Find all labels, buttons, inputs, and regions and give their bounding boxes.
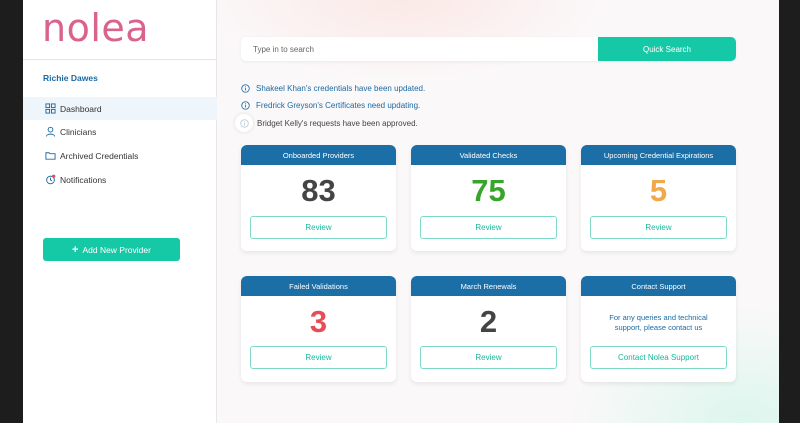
card-title: Failed Validations — [241, 276, 396, 296]
quick-search-button[interactable]: Quick Search — [598, 37, 736, 61]
card-title: Validated Checks — [411, 145, 566, 165]
card-value: 2 — [479, 304, 498, 339]
notification-item[interactable]: Shakeel Khan's credentials have been upd… — [241, 84, 425, 93]
contact-support-button[interactable]: Contact Nolea Support — [590, 346, 727, 369]
support-description: For any queries and technical support, p… — [609, 313, 708, 332]
card-value: 83 — [301, 173, 336, 208]
card-value: 3 — [309, 304, 328, 339]
notification-item[interactable]: Bridget Kelly's requests have been appro… — [235, 114, 418, 132]
sidebar-item-archived-credentials[interactable]: Archived Credentials — [23, 144, 217, 167]
card-failed-validations: Failed Validations 3 Review — [241, 276, 396, 382]
notification-item[interactable]: Fredrick Greyson's Certificates need upd… — [241, 101, 420, 110]
card-upcoming-credential-expirations: Upcoming Credential Expirations 5 Review — [581, 145, 736, 251]
sidebar-item-label: Notifications — [60, 174, 107, 185]
review-button[interactable]: Review — [420, 216, 557, 239]
info-icon — [241, 84, 250, 93]
card-title: Upcoming Credential Expirations — [581, 145, 736, 165]
sidebar-item-dashboard[interactable]: Dashboard — [23, 97, 217, 120]
notification-text: Bridget Kelly's requests have been appro… — [257, 118, 418, 128]
card-validated-checks: Validated Checks 75 Review — [411, 145, 566, 251]
card-onboarded-providers: Onboarded Providers 83 Review — [241, 145, 396, 251]
sidebar-item-label: Dashboard — [60, 103, 102, 114]
sidebar-item-clinicians[interactable]: Clinicians — [23, 120, 217, 143]
logo: nolea — [42, 6, 150, 50]
divider — [23, 59, 217, 60]
notification-text: Shakeel Khan's credentials have been upd… — [256, 84, 426, 93]
button-label: Add New Provider — [82, 244, 151, 255]
folder-icon — [45, 150, 56, 161]
review-button[interactable]: Review — [590, 216, 727, 239]
user-name: Richie Dawes — [43, 73, 98, 83]
bell-icon — [45, 174, 56, 185]
card-title: Contact Support — [581, 276, 736, 296]
user-icon — [45, 126, 56, 137]
review-button[interactable]: Review — [420, 346, 557, 369]
review-button[interactable]: Review — [250, 346, 387, 369]
card-value: 75 — [471, 173, 506, 208]
plus-icon: + — [72, 243, 79, 256]
card-march-renewals: March Renewals 2 Review — [411, 276, 566, 382]
add-new-provider-button[interactable]: + Add New Provider — [43, 238, 180, 261]
info-icon — [241, 101, 250, 110]
card-title: Onboarded Providers — [241, 145, 396, 165]
card-value: 5 — [649, 173, 668, 208]
grid-icon — [45, 103, 56, 114]
card-contact-support: Contact Support For any queries and tech… — [581, 276, 736, 382]
search-input[interactable] — [241, 37, 598, 61]
notification-text: Fredrick Greyson's Certificates need upd… — [256, 101, 421, 110]
sidebar-item-notifications[interactable]: Notifications — [23, 168, 217, 191]
sidebar-item-label: Clinicians — [60, 126, 97, 137]
sidebar: nolea Richie Dawes Dashboard Clinicians … — [23, 0, 217, 423]
info-icon — [235, 114, 253, 132]
card-title: March Renewals — [411, 276, 566, 296]
sidebar-item-label: Archived Credentials — [60, 150, 139, 161]
app-window: nolea Richie Dawes Dashboard Clinicians … — [23, 0, 779, 423]
review-button[interactable]: Review — [250, 216, 387, 239]
search-bar: Quick Search — [241, 37, 736, 61]
